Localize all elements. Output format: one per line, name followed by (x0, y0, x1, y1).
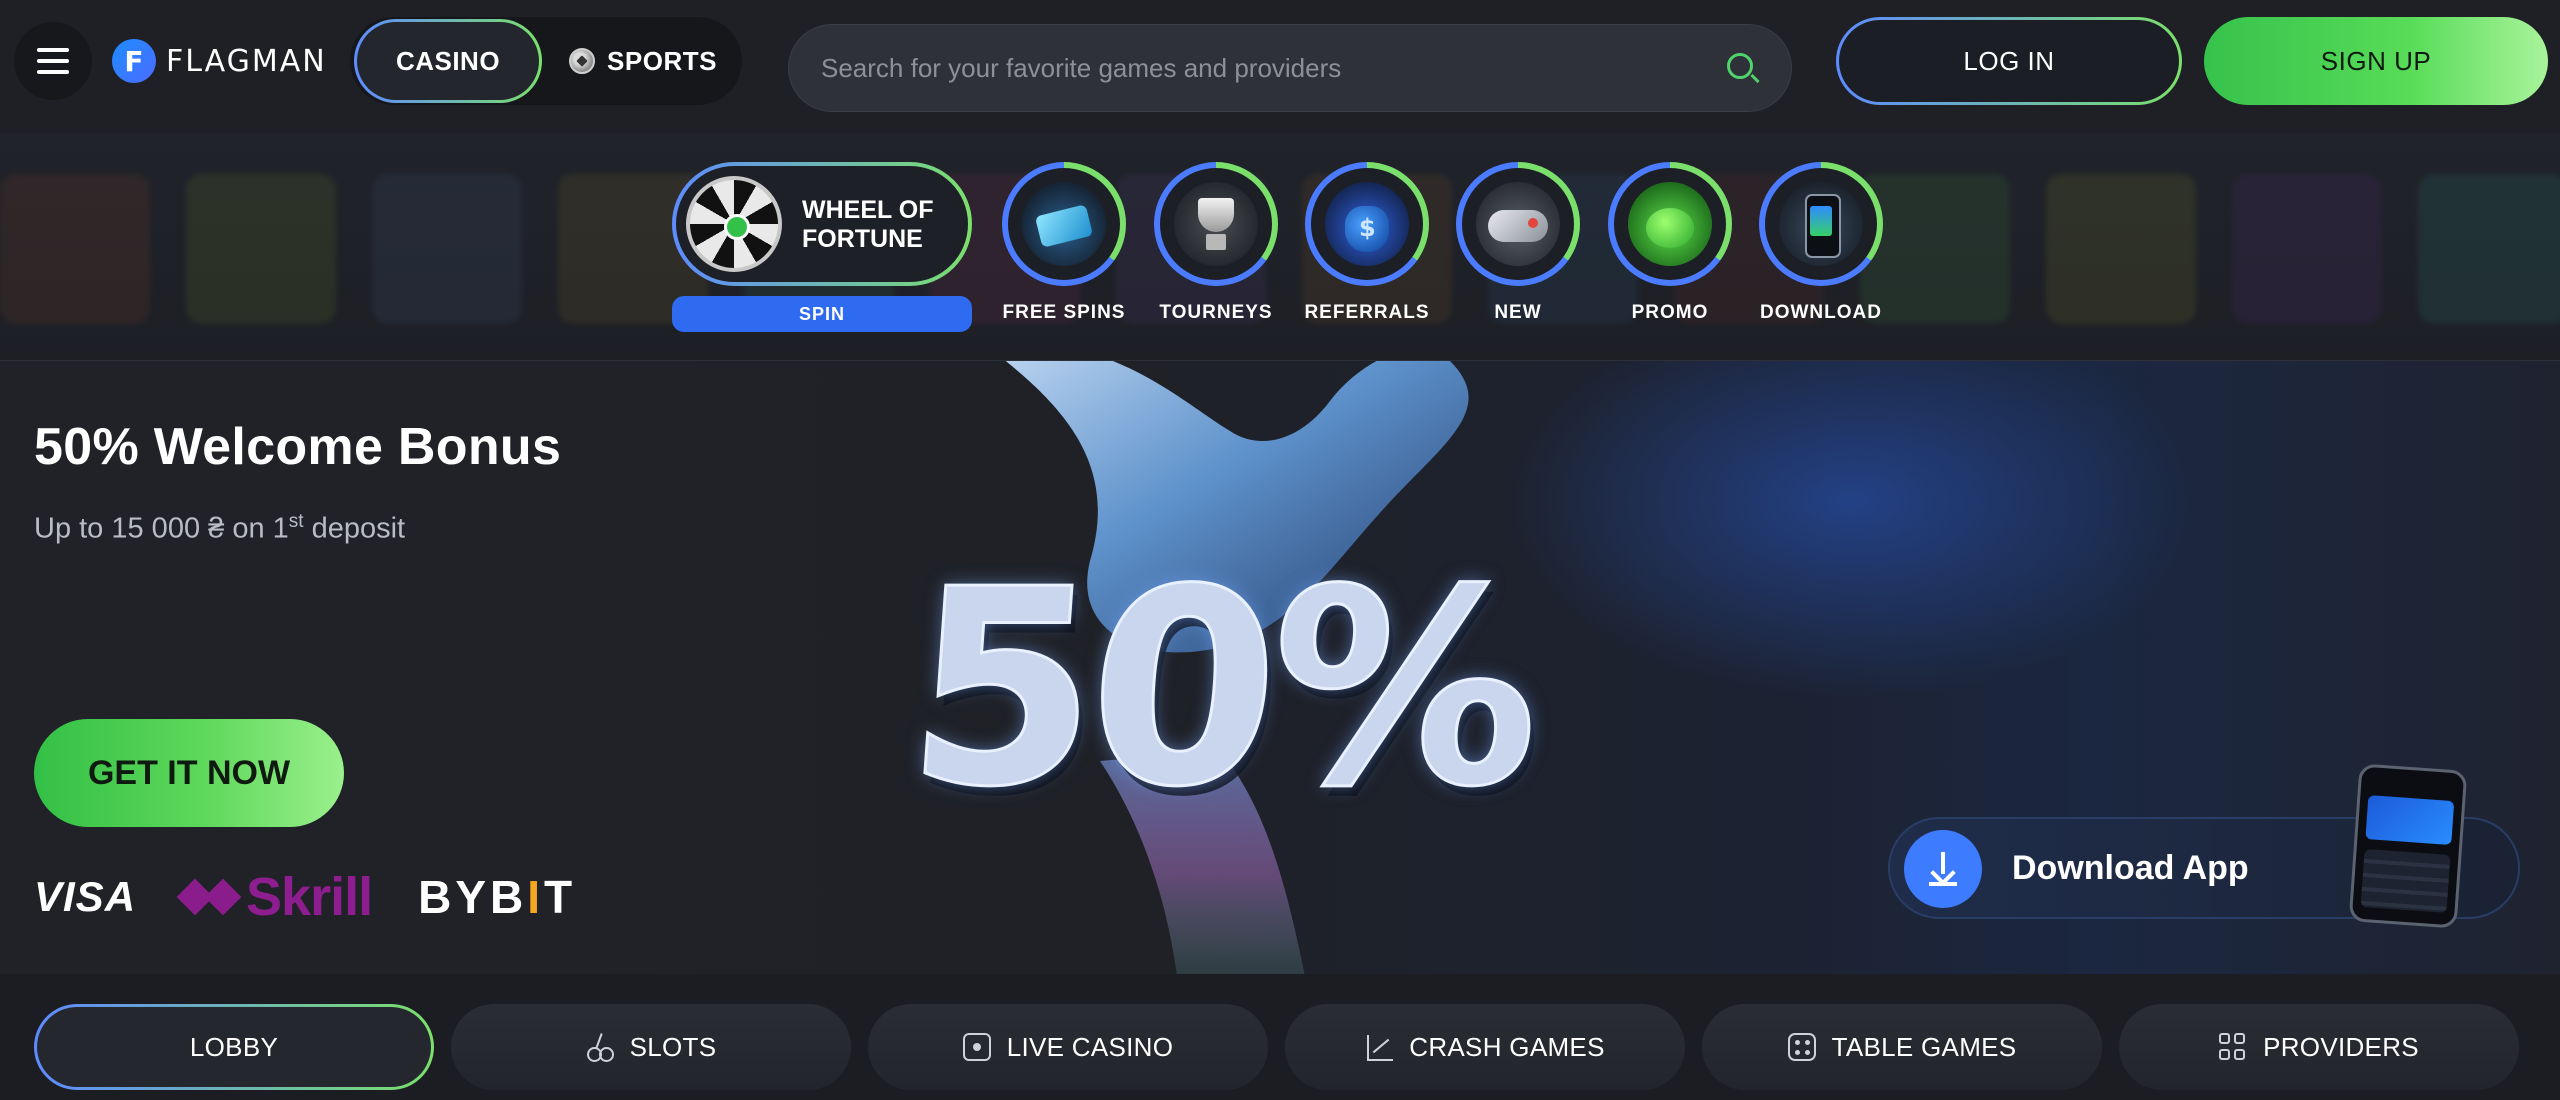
logo-icon: F (112, 39, 156, 83)
fifty-percent-graphic: 50% (897, 530, 1544, 848)
casino-tab[interactable]: CASINO (354, 19, 542, 103)
quick-nav-bar: WHEEL OF FORTUNE SPIN FREE SPINS TOURNEY… (0, 134, 2560, 360)
trophy-icon (1174, 182, 1258, 266)
quicknav-label: PROMO (1631, 302, 1709, 323)
tab-crash-games[interactable]: CRASH GAMES (1285, 1004, 1685, 1090)
tab-label: TABLE GAMES (1831, 1031, 2017, 1062)
logo-text: FLAGMAN (166, 43, 327, 79)
tab-lobby[interactable]: LOBBY (34, 1004, 434, 1090)
sports-tab-label: SPORTS (607, 45, 717, 76)
skrill-mark-icon (176, 878, 242, 916)
gamepad-icon (1476, 182, 1560, 266)
quicknav-label: DOWNLOAD (1760, 302, 1882, 323)
quicknav-label: TOURNEYS (1159, 302, 1273, 323)
welcome-bonus-banner[interactable]: 50% Welcome Bonus Up to 15 000 ₴ on 1st … (0, 360, 2560, 974)
quicknav-item-free-spins[interactable]: FREE SPINS (994, 162, 1134, 324)
ticket-icon (1022, 182, 1106, 266)
search-bar[interactable] (788, 24, 1792, 112)
wheel-icon (686, 176, 782, 272)
banner-glow (1500, 361, 2200, 701)
payment-logos: VISA Skrill BYBIT (34, 867, 576, 927)
soccer-ball-icon (569, 48, 596, 74)
game-category-tabs: LOBBY SLOTS LIVE CASINO CRASH GAMES TABL… (0, 974, 2560, 1100)
bybit-logo: BYBIT (418, 871, 577, 923)
piggy-bank-icon (1628, 182, 1712, 266)
tab-label: PROVIDERS (2263, 1031, 2419, 1062)
tab-table-games[interactable]: TABLE GAMES (1702, 1004, 2102, 1090)
live-icon (962, 1033, 991, 1061)
phone-icon (1779, 182, 1863, 266)
login-button[interactable]: LOG IN (1836, 17, 2182, 105)
menu-button[interactable] (14, 22, 92, 100)
quicknav-item-tourneys[interactable]: TOURNEYS (1146, 162, 1286, 324)
cherry-icon (586, 1033, 614, 1062)
tab-label: CRASH GAMES (1409, 1031, 1605, 1062)
signup-button[interactable]: SIGN UP (2204, 17, 2548, 105)
app-phone-image (2348, 763, 2468, 929)
wheel-of-fortune-card[interactable]: WHEEL OF FORTUNE (672, 162, 972, 286)
site-logo[interactable]: F FLAGMAN (112, 38, 327, 84)
quicknav-label: REFERRALS (1304, 302, 1430, 323)
visa-logo: VISA (34, 873, 137, 920)
quicknav-item-referrals[interactable]: REFERRALS (1297, 162, 1437, 324)
skrill-logo: Skrill (176, 866, 373, 928)
casino-tab-label: CASINO (395, 45, 501, 76)
dice-icon (1787, 1033, 1816, 1061)
download-app-label: Download App (2012, 849, 2249, 887)
crash-chart-icon (1365, 1033, 1394, 1061)
tab-slots[interactable]: SLOTS (451, 1004, 851, 1090)
get-it-now-button[interactable]: GET IT NOW (34, 719, 344, 827)
quicknav-item-download[interactable]: DOWNLOAD (1751, 162, 1891, 324)
download-icon (1904, 830, 1982, 908)
quicknav-item-new[interactable]: NEW (1448, 162, 1588, 324)
hamburger-icon (37, 48, 69, 52)
banner-title: 50% Welcome Bonus (34, 418, 562, 476)
tab-providers[interactable]: PROVIDERS (2119, 1004, 2519, 1090)
quicknav-label: NEW (1494, 302, 1542, 323)
top-header: F FLAGMAN CASINO SPORTS LOG IN SIGN UP (0, 0, 2560, 134)
search-input[interactable] (821, 52, 1725, 84)
quicknav-item-promo[interactable]: PROMO (1600, 162, 1740, 324)
sports-tab[interactable]: SPORTS (550, 19, 736, 103)
banner-subtitle: Up to 15 000 ₴ on 1st deposit (34, 511, 406, 545)
mode-switch: CASINO SPORTS (350, 17, 742, 105)
money-bag-icon (1325, 182, 1409, 266)
tab-label: LIVE CASINO (1006, 1031, 1174, 1062)
wheel-of-fortune-title: WHEEL OF FORTUNE (802, 196, 934, 253)
tab-label: SLOTS (629, 1031, 717, 1062)
quicknav-label: FREE SPINS (1002, 302, 1126, 323)
search-icon[interactable] (1725, 51, 1760, 85)
spin-button[interactable]: SPIN (672, 296, 972, 332)
tab-label: LOBBY (189, 1031, 279, 1062)
tab-live-casino[interactable]: LIVE CASINO (868, 1004, 1268, 1090)
grid-icon (2219, 1033, 2247, 1061)
